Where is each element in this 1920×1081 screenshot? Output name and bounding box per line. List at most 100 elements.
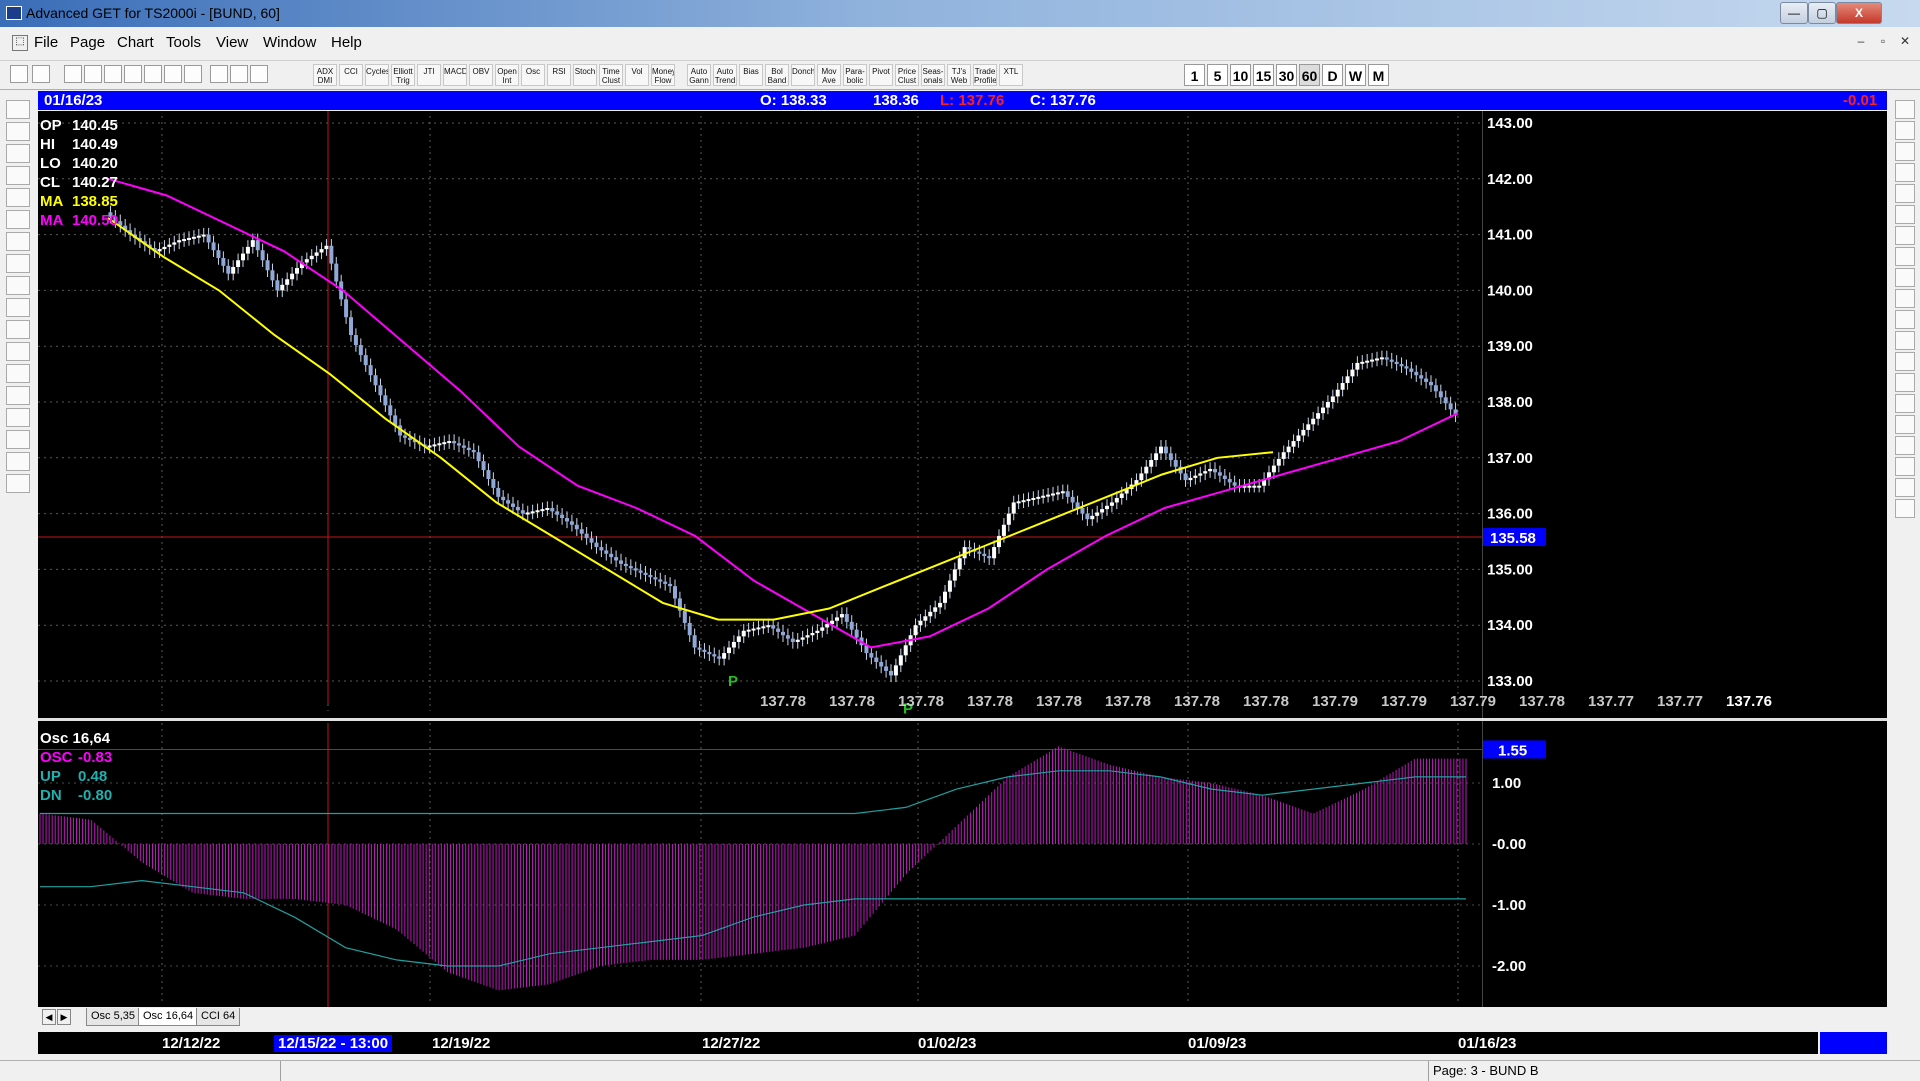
tab-next-button[interactable]: ▶ — [57, 1009, 71, 1025]
text-icon[interactable] — [1895, 394, 1915, 413]
timeframe-button-5[interactable]: 5 — [1207, 64, 1228, 86]
study-button-para-bolic[interactable]: Para-bolic — [843, 64, 867, 86]
new-page-icon[interactable] — [64, 65, 82, 83]
arrow-up-icon[interactable] — [6, 210, 30, 229]
chart-area[interactable]: 143.00 142.00 141.00 140.00 139.00 138.00 137.… — [38, 111, 1887, 1011]
arrow-right-icon[interactable] — [6, 276, 30, 295]
menu-page[interactable]: Page — [70, 34, 105, 51]
fib-ret-icon[interactable] — [1895, 163, 1915, 182]
study-button-price-clust[interactable]: Price Clust — [895, 64, 919, 86]
study-button-jti[interactable]: JTI — [417, 64, 441, 86]
study-button-auto-trend[interactable]: Auto Trend — [713, 64, 737, 86]
book-icon[interactable] — [1895, 478, 1915, 497]
pencil-icon[interactable] — [1895, 121, 1915, 140]
open-icon[interactable] — [6, 100, 30, 119]
close-button[interactable]: X — [1836, 2, 1882, 24]
compare-icon[interactable] — [144, 65, 162, 83]
arrow-left-icon[interactable] — [6, 254, 30, 273]
channel-icon[interactable] — [1895, 268, 1915, 287]
fan-icon[interactable] — [1895, 247, 1915, 266]
quote-icon[interactable] — [32, 65, 50, 83]
tile-icon[interactable] — [184, 65, 202, 83]
timeframe-button-15[interactable]: 15 — [1253, 64, 1274, 86]
timeframe-button-d[interactable]: D — [1322, 64, 1343, 86]
timeframe-button-30[interactable]: 30 — [1276, 64, 1297, 86]
menu-file[interactable]: File — [34, 34, 58, 51]
zoom-icon[interactable] — [1895, 415, 1915, 434]
timeframe-button-m[interactable]: M — [1368, 64, 1389, 86]
tab-prev-button[interactable]: ◀ — [42, 1009, 56, 1025]
study-button-elliott-trig[interactable]: Elliott Trig — [391, 64, 415, 86]
study-button-vol[interactable]: Vol — [625, 64, 649, 86]
copy-icon[interactable] — [84, 65, 102, 83]
study-button-donch[interactable]: Donch — [791, 64, 815, 86]
document-icon[interactable]: ⬚ — [12, 35, 28, 51]
menu-help[interactable]: Help — [331, 34, 362, 51]
timeframe-button-60[interactable]: 60 — [1299, 64, 1320, 86]
study-button-rsi[interactable]: RSI — [547, 64, 571, 86]
study-button-adx-dmi[interactable]: ADX DMI — [313, 64, 337, 86]
study-button-bol-band[interactable]: Bol Band — [765, 64, 789, 86]
study-button-stoch[interactable]: Stoch — [573, 64, 597, 86]
expand-icon[interactable] — [6, 320, 30, 339]
timeframe-button-1[interactable]: 1 — [1184, 64, 1205, 86]
menu-tools[interactable]: Tools — [166, 34, 201, 51]
study-button-mov-ave[interactable]: Mov Ave — [817, 64, 841, 86]
pti-icon[interactable] — [1895, 331, 1915, 350]
ellipse-icon[interactable] — [1895, 289, 1915, 308]
study-button-trade-profile[interactable]: Trade Profile — [973, 64, 997, 86]
elliott-icon[interactable] — [6, 188, 30, 207]
timeframe-button-10[interactable]: 10 — [1230, 64, 1251, 86]
tab-osc-5-35[interactable]: Osc 5,35 — [86, 1008, 141, 1026]
study-button-pivot[interactable]: Pivot — [869, 64, 893, 86]
study-button-osc[interactable]: Osc — [521, 64, 545, 86]
refresh-icon[interactable] — [124, 65, 142, 83]
study-button-bias[interactable]: Bias — [739, 64, 763, 86]
grid-icon[interactable] — [164, 65, 182, 83]
study-button-seas-onals[interactable]: Seas-onals — [921, 64, 945, 86]
print-icon[interactable] — [6, 474, 30, 493]
timeframe-button-w[interactable]: W — [1345, 64, 1366, 86]
pointer-icon[interactable] — [10, 65, 28, 83]
reset-icon[interactable] — [6, 144, 30, 163]
study-button-xtl[interactable]: XTL — [999, 64, 1023, 86]
gann-icon[interactable] — [6, 408, 30, 427]
tab-cci-64[interactable]: CCI 64 — [196, 1008, 241, 1026]
layout-icon[interactable] — [104, 65, 122, 83]
help-icon[interactable] — [250, 65, 268, 83]
crosshair-icon[interactable] — [6, 452, 30, 471]
study-button-cycles[interactable]: Cycles — [365, 64, 389, 86]
bulb-icon[interactable] — [230, 65, 248, 83]
menu-window[interactable]: Window — [263, 34, 316, 51]
study-button-open-int[interactable]: Open Int — [495, 64, 519, 86]
fib-ext-icon[interactable] — [1895, 184, 1915, 203]
minimize-button[interactable]: — — [1780, 2, 1808, 24]
lines-icon[interactable] — [6, 386, 30, 405]
menu-chart[interactable]: Chart — [117, 34, 154, 51]
chart-canvas[interactable]: 143.00 142.00 141.00 140.00 139.00 138.00 137.… — [38, 111, 1887, 1011]
arrow-down-icon[interactable] — [6, 232, 30, 251]
mdi-minimize-button[interactable]: – — [1852, 34, 1870, 50]
study-button-money-flow[interactable]: Money Flow — [651, 64, 675, 86]
print-icon[interactable] — [210, 65, 228, 83]
study-button-tj-s-web[interactable]: TJ's Web — [947, 64, 971, 86]
squeeze-icon[interactable] — [6, 342, 30, 361]
line-icon[interactable] — [1895, 142, 1915, 161]
maximize-button[interactable]: ▢ — [1808, 2, 1836, 24]
tab-osc-16-64[interactable]: Osc 16,64 — [138, 1008, 199, 1026]
u-icon[interactable] — [1895, 499, 1915, 518]
fib-time-icon[interactable] — [1895, 205, 1915, 224]
menu-view[interactable]: View — [216, 34, 248, 51]
study-button-obv[interactable]: OBV — [469, 64, 493, 86]
mob-icon[interactable] — [1895, 373, 1915, 392]
mdi-restore-button[interactable]: ▫ — [1874, 34, 1892, 50]
mdi-close-button[interactable]: ✕ — [1896, 34, 1914, 50]
marker-icon[interactable] — [1895, 436, 1915, 455]
zoom-icon[interactable] — [6, 122, 30, 141]
pitchfork-icon[interactable] — [1895, 310, 1915, 329]
study-button-cci[interactable]: CCI — [339, 64, 363, 86]
study-icon[interactable] — [6, 166, 30, 185]
study-button-auto-gann[interactable]: Auto Gann — [687, 64, 711, 86]
grid-icon[interactable] — [6, 364, 30, 383]
study-button-macd[interactable]: MACD — [443, 64, 467, 86]
